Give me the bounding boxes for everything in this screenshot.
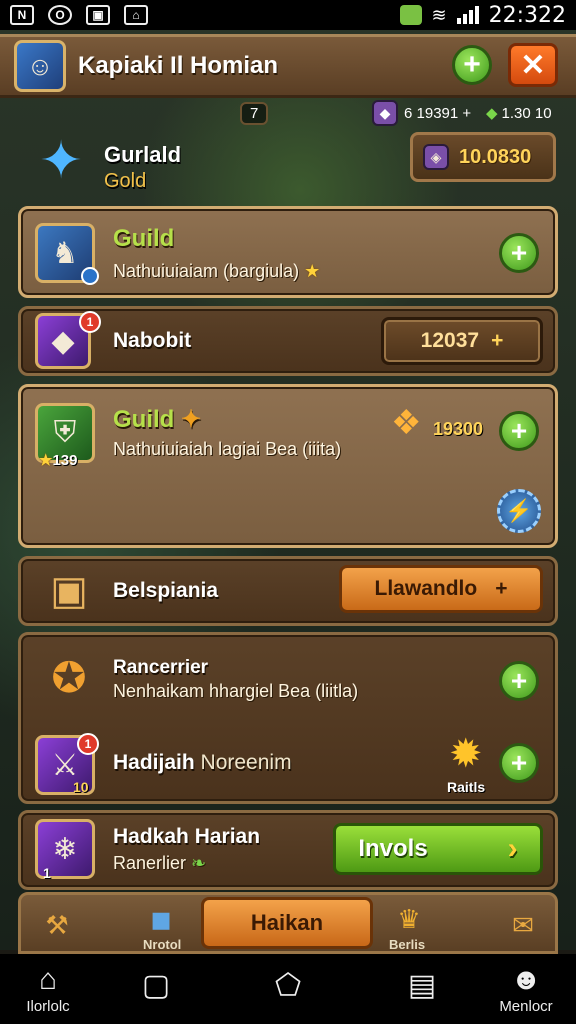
card-subtitle: Ranerlier ❧: [113, 853, 207, 873]
invols-button[interactable]: Invols ›: [333, 823, 543, 875]
tab-center[interactable]: Haikan: [201, 897, 373, 949]
system-navbar: ⌂ Ilorlolc ▢ ⬠ ▤ ☻ Menlocr: [0, 954, 576, 1024]
nav-home-button[interactable]: ⬠: [248, 968, 328, 1004]
card-description: Nathuiuiaiah lagiai Bea (iiita): [113, 439, 342, 459]
cube-icon[interactable]: ◼: [141, 899, 181, 939]
add-button[interactable]: +: [499, 411, 539, 451]
card-description: Nenhaikam hhargiel Bea (liitla): [113, 681, 359, 701]
status-bar: N O ▣ ⌂ ≋ 22:322: [0, 0, 576, 30]
chevron-right-icon: ›: [507, 832, 518, 865]
leaf-icon: ◆: [486, 105, 498, 122]
belspiania-card[interactable]: ▣ Belspiania Llawandlo +: [18, 556, 558, 626]
guild-emblem-icon: ✦: [39, 132, 83, 190]
add-button[interactable]: +: [499, 743, 539, 783]
bottom-tabbar: ⚒ ◼ Nrotol Haikan ♛ Berlis ✉: [18, 892, 558, 954]
rancerrier-card[interactable]: ✪ Rancerrier Nenhaikam hhargiel Bea (lii…: [18, 632, 558, 804]
leaf-icon: ❧: [191, 853, 207, 873]
gem-icon: ◆: [372, 100, 398, 126]
header-bar: ☺ Kapiaki Il Homian + ✕: [0, 34, 576, 98]
guild-card-1[interactable]: ♞ Guild Nathuiuiaiam (bargiula) ★ +: [18, 206, 558, 298]
guild-subtitle: Gold: [104, 170, 147, 192]
home-icon: ⌂: [38, 963, 58, 996]
nabobit-card[interactable]: ◆ 1 Nabobit 12037 +: [18, 306, 558, 376]
card-title: Belspiania: [113, 579, 219, 602]
card-title: Guild ✦: [113, 406, 202, 433]
resource-left: 7: [240, 100, 269, 126]
clock: 22:322: [488, 2, 566, 28]
add-button[interactable]: +: [452, 45, 492, 85]
star-icon: ★: [39, 452, 53, 469]
tile-level: 1: [43, 865, 51, 881]
settings-gear-icon[interactable]: ⚡: [497, 489, 541, 533]
info-badge: [81, 267, 99, 285]
chest-icon: ▣: [50, 569, 88, 613]
plus-icon: +: [491, 329, 504, 352]
hadkah-card[interactable]: ❄ 1 Hadkah Harian Ranerlier ❧ Invols ›: [18, 810, 558, 890]
nav-clipboard[interactable]: ▤: [382, 968, 462, 1004]
guild-name: Gurlald: [104, 142, 182, 167]
nav-home[interactable]: ⌂ Ilorlolc: [8, 962, 88, 1015]
sync-icon: O: [48, 5, 72, 25]
notification-badge: 1: [77, 733, 99, 755]
tile-level: 10: [73, 779, 89, 795]
purse-icon: ◈: [423, 144, 449, 170]
value-box[interactable]: 12037 +: [381, 317, 543, 365]
hammer-icon[interactable]: ⚒: [37, 905, 77, 945]
star-icon: ★: [304, 261, 321, 281]
card-description: Nathuiuiaiam (bargiula) ★: [113, 261, 321, 281]
scroll-icon: ❖: [391, 404, 422, 442]
resource-right: ◆ 1.30 10: [486, 104, 552, 123]
tab-label: Nrotol: [143, 937, 182, 952]
nav-menu[interactable]: ☻ Menlocr: [486, 962, 566, 1015]
sun-badge-icon: ✹: [449, 732, 483, 776]
nav-recents[interactable]: ▢: [116, 968, 196, 1004]
gold-counter: ◈ 10.0830: [410, 132, 556, 182]
signal-icon: [456, 6, 479, 24]
card-title: Rancerrier: [113, 657, 209, 678]
clipboard-icon: ▤: [407, 969, 437, 1002]
close-button[interactable]: ✕: [508, 43, 558, 87]
notification-badge: 1: [79, 311, 101, 333]
add-button[interactable]: +: [499, 233, 539, 273]
card-title: Nabobit: [113, 329, 192, 352]
tile-level: ★139: [39, 452, 78, 469]
card-title: Hadijaih Noreenim: [113, 751, 292, 774]
resource-mid: ◆ 6 19391 +: [372, 100, 471, 126]
wifi-icon: ≋: [431, 4, 447, 25]
image-icon: ▣: [86, 5, 110, 25]
card-title: Hadkah Harian: [113, 825, 261, 848]
plus-icon: +: [495, 577, 508, 600]
reward-label: Raitls: [447, 779, 486, 795]
pentagon-icon: ⬠: [274, 969, 302, 1002]
mail-icon[interactable]: ✉: [503, 905, 543, 945]
card-title: Guild: [113, 225, 175, 252]
notification-icon: N: [10, 5, 34, 25]
player-avatar[interactable]: ☺: [14, 40, 66, 92]
belspiania-button[interactable]: Llawandlo +: [339, 565, 543, 613]
character-icon: ☻: [510, 963, 542, 996]
square-icon: ▢: [141, 969, 171, 1002]
badge-icon: ✦: [181, 406, 202, 433]
add-button[interactable]: +: [499, 661, 539, 701]
page-title: Kapiaki Il Homian: [78, 52, 279, 79]
guild-card-2[interactable]: ⛨ ★139 Guild ✦ Nathuiuiaiah lagiai Bea (…: [18, 384, 558, 548]
tab-label: Berlis: [389, 937, 426, 952]
trophy-icon[interactable]: ♛: [389, 899, 429, 939]
reward-value: 19300: [433, 419, 484, 439]
android-icon: [399, 5, 422, 25]
gauntlet-icon: ✪: [51, 653, 87, 701]
bag-icon: ⌂: [124, 5, 148, 25]
